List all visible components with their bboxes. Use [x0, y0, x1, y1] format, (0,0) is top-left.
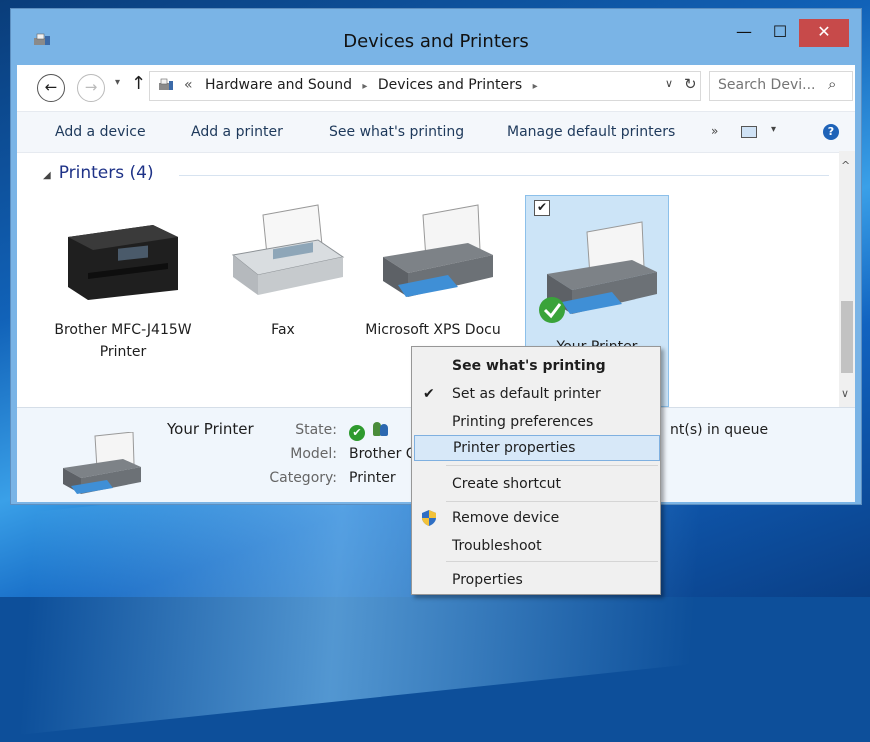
group-divider: [179, 175, 829, 176]
breadcrumb: « Hardware and Sound ▸ Devices and Print…: [184, 77, 544, 93]
recent-locations-chevron-icon[interactable]: ▾: [115, 77, 120, 88]
refresh-icon[interactable]: ↻: [684, 75, 697, 93]
scroll-down-icon[interactable]: ∨: [841, 387, 849, 400]
menu-separator: [446, 561, 658, 562]
forward-button[interactable]: →: [77, 74, 105, 102]
manage-default-printers-button[interactable]: Manage default printers: [507, 124, 675, 140]
menu-item-remove-device[interactable]: Remove device: [414, 505, 658, 531]
search-icon[interactable]: ⌕: [828, 75, 836, 93]
vertical-scrollbar[interactable]: ^ ∨: [839, 151, 855, 407]
add-printer-button[interactable]: Add a printer: [191, 124, 283, 140]
shield-icon: [422, 510, 436, 526]
search-box[interactable]: ⌕: [709, 71, 853, 101]
device-label: Microsoft XPS Docu: [365, 322, 501, 338]
back-button[interactable]: ←: [37, 74, 65, 102]
default-check-icon: ✔: [349, 425, 365, 441]
menu-item-create-shortcut[interactable]: Create shortcut: [414, 471, 658, 497]
category-label: Category:: [269, 470, 337, 486]
breadcrumb-separator-icon[interactable]: ▸: [362, 81, 367, 92]
view-options-chevron-icon[interactable]: ▾: [771, 124, 776, 135]
address-dropdown-icon[interactable]: ∨: [665, 77, 673, 90]
scroll-up-icon[interactable]: ^: [841, 159, 850, 172]
maximize-button[interactable]: ☐: [763, 19, 797, 47]
change-view-icon[interactable]: [741, 126, 757, 138]
up-button[interactable]: ↑: [131, 73, 146, 94]
menu-item-printing-preferences[interactable]: Printing preferences: [414, 409, 658, 435]
printer-icon: [539, 221, 657, 323]
breadcrumb-devices-and-printers[interactable]: Devices and Printers: [378, 77, 522, 93]
printer-icon: [63, 432, 141, 494]
breadcrumb-separator-icon[interactable]: ▸: [533, 81, 538, 92]
details-device-name: Your Printer: [167, 420, 254, 438]
menu-item-troubleshoot[interactable]: Troubleshoot: [414, 533, 658, 559]
breadcrumb-overflow[interactable]: «: [184, 77, 193, 93]
menu-item-properties[interactable]: Properties: [414, 567, 658, 593]
device-label: Brother MFC-J415W Printer: [54, 322, 192, 360]
more-commands-chevron-icon[interactable]: »: [711, 124, 718, 138]
printer-icon: [383, 204, 493, 297]
printers-group-header[interactable]: ◢ Printers (4): [43, 163, 154, 183]
add-device-button[interactable]: Add a device: [55, 124, 146, 140]
printers-group-label: Printers (4): [58, 163, 154, 183]
control-panel-icon: [159, 78, 173, 90]
menu-item-set-default-printer[interactable]: ✔ Set as default printer: [414, 381, 658, 407]
model-value: Brother C: [349, 446, 416, 462]
see-whats-printing-button[interactable]: See what's printing: [329, 124, 464, 140]
shared-users-icon: [373, 422, 389, 436]
collapse-triangle-icon[interactable]: ◢: [43, 170, 51, 181]
state-label: State:: [295, 422, 337, 438]
menu-item-printer-properties[interactable]: Printer properties: [414, 435, 660, 461]
device-fax[interactable]: Fax: [213, 195, 353, 341]
device-label: Fax: [271, 322, 295, 338]
model-label: Model:: [290, 446, 337, 462]
menu-separator: [446, 501, 658, 502]
close-button[interactable]: ✕: [799, 19, 849, 47]
scrollbar-thumb[interactable]: [841, 301, 853, 373]
queue-status: nt(s) in queue: [670, 422, 769, 438]
device-brother-mfc[interactable]: Brother MFC-J415W Printer: [53, 195, 193, 363]
address-bar: ← → ▾ ↑ « Hardware and Sound ▸ Devices a…: [17, 65, 855, 107]
minimize-button[interactable]: —: [727, 19, 761, 47]
breadcrumb-hardware-and-sound[interactable]: Hardware and Sound: [205, 77, 352, 93]
address-path-box[interactable]: « Hardware and Sound ▸ Devices and Print…: [149, 71, 701, 101]
menu-item-see-whats-printing[interactable]: See what's printing: [414, 353, 658, 379]
title-bar[interactable]: Devices and Printers — ☐ ✕: [11, 9, 861, 63]
check-icon: ✔: [423, 386, 435, 402]
help-icon[interactable]: ?: [823, 124, 839, 140]
mfp-printer-icon: [68, 225, 178, 300]
context-menu: See what's printing ✔ Set as default pri…: [411, 346, 661, 595]
search-input[interactable]: [718, 77, 820, 93]
category-value: Printer: [349, 470, 396, 486]
device-microsoft-xps[interactable]: Microsoft XPS Docu: [363, 195, 503, 341]
fax-icon: [231, 204, 345, 295]
state-value: ✔: [349, 422, 389, 441]
menu-separator: [446, 465, 658, 466]
command-bar: Add a device Add a printer See what's pr…: [17, 111, 855, 153]
